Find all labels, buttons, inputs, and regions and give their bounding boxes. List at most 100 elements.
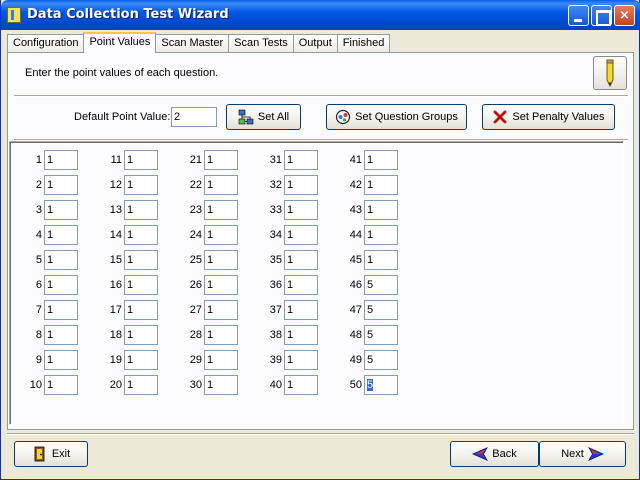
question-point-input[interactable]: 1 [44,225,78,245]
question-point-input[interactable]: 1 [204,350,238,370]
question-number: 27 [189,304,202,316]
question-point-input[interactable]: 1 [204,325,238,345]
question-point-input[interactable]: 1 [284,150,318,170]
question-point-input[interactable]: 1 [124,175,158,195]
question-number: 36 [269,279,282,291]
set-all-label: Set All [257,111,290,123]
question-point-value: 1 [207,154,214,166]
question-point-input[interactable]: 1 [204,175,238,195]
arrow-right-icon [587,447,604,461]
question-point-input[interactable]: 1 [364,150,398,170]
close-button[interactable]: × [614,5,635,26]
question-point-value: 1 [47,254,54,266]
tab-finished[interactable]: Finished [336,34,391,53]
question-point-input[interactable]: 5 [364,300,398,320]
question-point-input[interactable]: 1 [44,300,78,320]
set-penalty-values-button[interactable]: Set Penalty Values [482,104,615,130]
default-point-input[interactable]: 2 [171,107,217,127]
question-point-value: 1 [207,229,214,241]
question-number: 5 [35,254,42,266]
question-number: 34 [269,229,282,241]
question-point-input[interactable]: 1 [44,325,78,345]
network-icon [238,109,254,125]
question-point-input[interactable]: 1 [284,375,318,395]
question-point-input[interactable]: 1 [364,175,398,195]
question-point-input[interactable]: 1 [44,375,78,395]
back-button[interactable]: Back [450,441,539,467]
question-point-input[interactable]: 5 [364,325,398,345]
question-point-value: 1 [367,204,374,216]
question-point-value: 1 [207,279,214,291]
question-point-input[interactable]: 1 [44,150,78,170]
question-number: 1 [35,154,42,166]
question-point-input[interactable]: 1 [204,375,238,395]
question-point-input[interactable]: 1 [284,250,318,270]
tab-point-values[interactable]: Point Values [83,32,157,53]
question-point-input[interactable]: 1 [44,275,78,295]
question-number: 46 [349,279,362,291]
question-point-input[interactable]: 1 [204,150,238,170]
question-point-input[interactable]: 1 [124,250,158,270]
tab-output[interactable]: Output [292,34,338,53]
tab-configuration[interactable]: Configuration [7,34,85,53]
question-point-input[interactable]: 1 [364,200,398,220]
question-point-value: 1 [287,179,294,191]
question-point-input[interactable]: 1 [124,150,158,170]
question-point-input[interactable]: 1 [204,275,238,295]
question-point-input[interactable]: 5 [364,375,398,395]
question-point-value: 1 [47,379,54,391]
maximize-button[interactable] [591,5,612,26]
question-point-input[interactable]: 5 [364,275,398,295]
question-number: 17 [109,304,122,316]
question-point-input[interactable]: 1 [124,275,158,295]
title-bar[interactable]: Data Collection Test Wizard × [1,0,640,30]
footer-separator [7,433,634,435]
exit-button[interactable]: Exit [14,441,88,467]
question-point-input[interactable]: 1 [124,200,158,220]
question-point-input[interactable]: 1 [124,350,158,370]
question-point-value: 1 [207,254,214,266]
question-number: 26 [189,279,202,291]
question-point-input[interactable]: 1 [44,175,78,195]
set-question-groups-button[interactable]: Set Question Groups [326,104,467,130]
question-point-value: 1 [287,379,294,391]
question-point-input[interactable]: 1 [124,225,158,245]
set-question-groups-label: Set Question Groups [355,111,458,123]
question-number: 48 [349,329,362,341]
question-point-input[interactable]: 1 [364,250,398,270]
question-point-value: 1 [47,354,54,366]
question-point-input[interactable]: 1 [284,325,318,345]
question-point-input[interactable]: 1 [284,175,318,195]
question-point-input[interactable]: 1 [124,300,158,320]
question-point-input[interactable]: 1 [124,325,158,345]
question-point-input[interactable]: 1 [284,350,318,370]
question-number: 38 [269,329,282,341]
question-point-input[interactable]: 1 [284,200,318,220]
question-number: 45 [349,254,362,266]
question-point-input[interactable]: 1 [284,300,318,320]
tab-scan-tests[interactable]: Scan Tests [228,34,294,53]
question-point-input[interactable]: 1 [44,200,78,220]
edit-button[interactable] [593,56,627,90]
question-number: 19 [109,354,122,366]
question-point-input[interactable]: 1 [204,250,238,270]
question-point-input[interactable]: 5 [364,350,398,370]
question-number: 12 [109,179,122,191]
set-all-button[interactable]: Set All [226,104,301,130]
question-point-input[interactable]: 1 [284,225,318,245]
question-point-input[interactable]: 1 [204,300,238,320]
question-point-input[interactable]: 1 [204,200,238,220]
next-button[interactable]: Next [539,441,626,467]
question-point-input[interactable]: 1 [124,375,158,395]
tab-scan-master[interactable]: Scan Master [155,34,230,53]
question-point-input[interactable]: 1 [204,225,238,245]
question-point-input[interactable]: 1 [284,275,318,295]
question-point-input[interactable]: 1 [44,250,78,270]
question-point-input[interactable]: 1 [364,225,398,245]
question-point-value: 1 [127,279,134,291]
instructions-text: Enter the point values of each question. [25,67,219,79]
question-point-value: 1 [127,354,134,366]
questions-grid: 1 1 2 1 3 1 4 1 5 1 6 1 7 1 8 1 9 1 10 1 11 1 12 1 13 1 14 1 15 1 16 1 1… [9,141,624,425]
question-point-input[interactable]: 1 [44,350,78,370]
minimize-button[interactable] [568,5,589,26]
